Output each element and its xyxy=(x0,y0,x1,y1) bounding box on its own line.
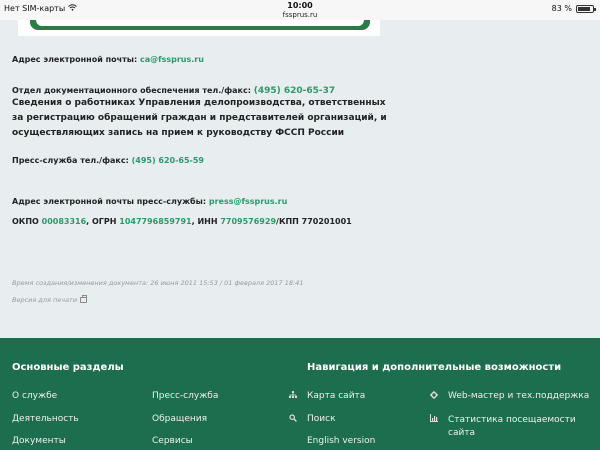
footer-link-appeals[interactable]: Обращения xyxy=(152,414,207,424)
footer: Основные разделы О службе Деятельность Д… xyxy=(0,338,600,450)
footer-link-sitemap[interactable]: Карта сайта xyxy=(307,391,365,401)
battery-icon xyxy=(576,4,596,13)
email-row: Адрес электронной почты: ca@fssprus.ru xyxy=(12,55,204,64)
ogrn-label: , ОГРН xyxy=(86,217,117,226)
okpo-label: ОКПО xyxy=(12,217,39,226)
email-label: Адрес электронной почты: xyxy=(12,55,138,64)
print-version-link[interactable]: Версия для печати xyxy=(12,295,88,304)
ogrn-link[interactable]: 1047796859791 xyxy=(119,217,191,226)
printer-icon xyxy=(80,295,88,303)
document-timestamps: Время создания/изменения документа: 26 и… xyxy=(12,279,304,287)
status-bar: Нет SIM-карты 10:00 fssprus.ru 83 % xyxy=(0,0,600,20)
docs-label: Отдел документационного обеспечения тел.… xyxy=(12,86,251,95)
footer-link-english[interactable]: English version xyxy=(307,436,375,446)
footer-link-services[interactable]: Сервисы xyxy=(152,436,193,446)
press-phone-link[interactable]: (495) 620-65-59 xyxy=(132,156,204,165)
docs-row: Отдел документационного обеспечения тел.… xyxy=(12,86,335,96)
press-label: Пресс-служба тел./факс: xyxy=(12,156,129,165)
kpp-text: /КПП 770201001 xyxy=(276,217,352,226)
bar-chart-icon xyxy=(430,414,438,424)
docs-phone-link[interactable]: (495) 620-65-37 xyxy=(254,86,335,96)
footer-link-statistics[interactable]: Статистика посещаемости сайта xyxy=(448,414,588,440)
footer-link-press[interactable]: Пресс-служба xyxy=(152,391,218,401)
print-version-label: Версия для печати xyxy=(12,296,78,304)
footer-main-sections-title: Основные разделы xyxy=(12,362,124,373)
inn-link[interactable]: 7709576929 xyxy=(220,217,276,226)
status-right: 83 % xyxy=(551,4,596,13)
footer-link-about[interactable]: О службе xyxy=(12,391,57,401)
top-banner-image xyxy=(18,20,380,36)
gear-icon xyxy=(430,391,438,401)
top-banner-frame xyxy=(30,20,370,30)
press-row: Пресс-служба тел./факс: (495) 620-65-59 xyxy=(12,156,204,165)
footer-link-search[interactable]: Поиск xyxy=(307,414,336,424)
battery-fill xyxy=(578,6,590,11)
footer-navigation-title: Навигация и дополнительные возможности xyxy=(307,362,562,373)
search-icon xyxy=(289,414,297,424)
sitemap-icon xyxy=(289,391,297,401)
footer-link-documents[interactable]: Документы xyxy=(12,436,66,446)
battery-percent: 83 % xyxy=(551,4,572,13)
email-link[interactable]: ca@fssprus.ru xyxy=(140,55,204,64)
requisites-row: ОКПО 00083316, ОГРН 1047796859791, ИНН 7… xyxy=(12,217,352,226)
footer-link-activity[interactable]: Деятельность xyxy=(12,414,79,424)
press-email-label: Адрес электронной почты пресс-службы: xyxy=(12,197,207,206)
press-email-row: Адрес электронной почты пресс-службы: pr… xyxy=(12,197,287,206)
press-email-link[interactable]: press@fssprus.ru xyxy=(209,197,287,206)
footer-link-webmaster[interactable]: Web-мастер и тех.поддержка xyxy=(448,391,589,401)
inn-label: , ИНН xyxy=(191,217,218,226)
workers-info-text: Сведения о работниках Управления делопро… xyxy=(12,98,387,138)
okpo-link[interactable]: 00083316 xyxy=(42,217,87,226)
address-bar-url[interactable]: fssprus.ru xyxy=(0,11,600,19)
status-time: 10:00 xyxy=(287,1,313,10)
